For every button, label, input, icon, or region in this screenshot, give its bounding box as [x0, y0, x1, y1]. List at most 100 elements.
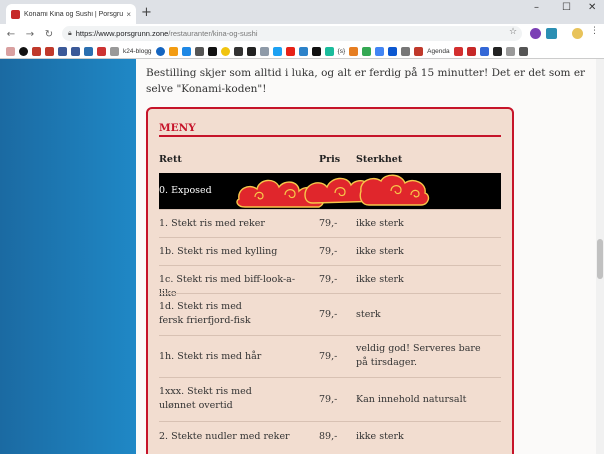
profile-avatar[interactable] — [572, 28, 583, 39]
twitter-icon[interactable] — [272, 46, 282, 56]
new-tab-button[interactable]: + — [141, 5, 152, 20]
dish-name: 1. Stekt ris med reker — [159, 218, 265, 229]
extension-icon[interactable] — [530, 28, 541, 39]
agenda-icon — [414, 46, 424, 56]
bookmark-icon[interactable] — [375, 46, 385, 56]
menu-card: MENY Rett Pris Sterkhet 0. Exposed 1. St… — [146, 107, 514, 454]
bookmark-icon[interactable] — [311, 46, 321, 56]
extension-icon[interactable] — [546, 28, 557, 39]
bookmark-icon[interactable] — [181, 46, 191, 56]
bookmark-icon[interactable] — [32, 46, 41, 56]
bookmark-icon[interactable] — [401, 46, 411, 56]
title-bar: Konami Kina og Sushi | Porsgrunn... × + … — [0, 0, 604, 24]
bookmark-icon[interactable] — [492, 46, 502, 56]
bookmark-icon[interactable] — [220, 46, 230, 56]
dish-price: 79,- — [319, 309, 338, 320]
bookmark-icon[interactable] — [388, 46, 398, 56]
header-pris: Pris — [319, 154, 341, 165]
scrollbar-thumb[interactable] — [597, 239, 603, 279]
bookmark-icon[interactable] — [246, 46, 256, 56]
facebook-icon[interactable] — [58, 46, 67, 56]
dish-strength: veldig god! Serveres bare på tirsdager. — [356, 343, 481, 368]
bookmark-icon[interactable] — [6, 46, 15, 56]
header-sterkhet: Sterkhet — [356, 154, 403, 165]
bookmark-agenda[interactable]: Agenda — [427, 48, 449, 55]
main-content: Bestilling skjer som alltid i luka, og a… — [136, 59, 596, 454]
bookmark-icon[interactable] — [97, 46, 106, 56]
bookmark-icon[interactable] — [259, 46, 269, 56]
tab-title: Konami Kina og Sushi | Porsgrunn... — [24, 10, 124, 18]
back-arrow-icon[interactable]: ← — [3, 29, 19, 40]
browser-tab[interactable]: Konami Kina og Sushi | Porsgrunn... × — [6, 4, 136, 24]
reload-icon[interactable]: ↻ — [41, 29, 57, 40]
tab-close-icon[interactable]: × — [126, 10, 131, 19]
page-viewport: Bestilling skjer som alltid i luka, og a… — [0, 59, 596, 454]
dish-strength: ikke sterk — [356, 218, 404, 229]
bookmark-icon[interactable] — [324, 46, 334, 56]
exposed-row: 0. Exposed — [159, 173, 501, 209]
forward-arrow-icon[interactable]: → — [22, 29, 38, 40]
facebook-icon[interactable] — [71, 46, 80, 56]
dish-price: 79,- — [319, 246, 338, 257]
dish-price: 89,- — [319, 431, 338, 442]
bookmarks-bar: k24-blogg {s} Agenda — [0, 44, 604, 59]
bookmark-code[interactable]: {s} — [338, 48, 346, 55]
bookmark-icon[interactable] — [505, 46, 515, 56]
table-row: 1. Stekt ris med reker 79,- ikke sterk — [159, 209, 501, 237]
bookmark-icon[interactable] — [233, 46, 243, 56]
bookmark-icon[interactable] — [298, 46, 308, 56]
dish-price: 79,- — [319, 218, 338, 229]
red-cloud-decoration — [236, 174, 430, 208]
bookmark-icon[interactable] — [194, 46, 204, 56]
bookmark-k24[interactable]: k24-blogg — [123, 48, 152, 55]
dish-strength: Kan innehold natursalt — [356, 394, 467, 405]
url-domain: https://www.porsgrunn.zone — [75, 29, 169, 38]
bookmark-star-icon[interactable]: ☆ — [509, 27, 517, 37]
bookmark-icon[interactable] — [84, 46, 93, 56]
intro-text: Bestilling skjer som alltid i luka, og a… — [146, 67, 586, 95]
header-rett: Rett — [159, 154, 182, 165]
bookmark-icon[interactable] — [518, 46, 528, 56]
dish-name: 1d. Stekt ris med fersk frierfjord-fisk — [159, 301, 251, 326]
bookmark-icon[interactable] — [207, 46, 217, 56]
dish-strength: ikke sterk — [356, 246, 404, 257]
bookmark-icon[interactable] — [349, 46, 359, 56]
bookmark-icon[interactable] — [479, 46, 489, 56]
table-row: 1xxx. Stekt ris med ulønnet overtid 79,-… — [159, 377, 501, 421]
exposed-label: 0. Exposed — [159, 185, 212, 196]
menu-divider — [159, 135, 501, 137]
analytics-icon[interactable] — [168, 46, 178, 56]
dish-name: 2. Stekte nudler med reker — [159, 431, 290, 442]
dish-name: 1b. Stekt ris med kylling — [159, 246, 278, 257]
bookmark-icon[interactable] — [45, 46, 54, 56]
bookmark-icon[interactable] — [19, 46, 28, 56]
youtube-icon[interactable] — [285, 46, 295, 56]
google-drive-icon[interactable] — [362, 46, 372, 56]
dish-price: 79,- — [319, 394, 338, 405]
table-row: 1d. Stekt ris med fersk frierfjord-fisk … — [159, 293, 501, 335]
bookmark-icon[interactable] — [453, 46, 463, 56]
site-favicon-icon — [11, 9, 20, 19]
lock-icon: 🔒︎ — [68, 29, 72, 37]
dish-strength: ikke sterk — [356, 431, 404, 442]
dish-strength: ikke sterk — [356, 274, 404, 285]
close-window-button[interactable]: ✕ — [588, 2, 596, 13]
dish-strength: sterk — [356, 309, 381, 320]
table-row: 1h. Stekt ris med hår 79,- veldig god! S… — [159, 335, 501, 377]
bookmark-icon[interactable] — [110, 46, 119, 56]
table-row: 2. Stekte nudler med reker 89,- ikke ste… — [159, 421, 501, 451]
table-row: 1b. Stekt ris med kylling 79,- ikke ster… — [159, 237, 501, 265]
url-path: /restauranter/kina-og-sushi — [168, 29, 258, 38]
bookmark-icon[interactable] — [466, 46, 476, 56]
menu-dots-icon[interactable]: ⋮ — [590, 26, 601, 37]
bookmark-icon[interactable] — [155, 46, 165, 56]
dish-price: 79,- — [319, 274, 338, 285]
page-scrollbar[interactable] — [596, 59, 604, 454]
dish-name: 1xxx. Stekt ris med ulønnet overtid — [159, 386, 252, 411]
table-row: 1c. Stekt ris med biff-look-a-like 79,- … — [159, 265, 501, 299]
minimize-button[interactable]: – — [534, 2, 539, 13]
maximize-button[interactable]: ☐ — [562, 2, 571, 13]
dish-name: 1h. Stekt ris med hår — [159, 351, 262, 362]
address-bar[interactable]: 🔒︎ https://www.porsgrunn.zone /restauran… — [62, 26, 522, 41]
menu-title: MENY — [159, 122, 196, 134]
